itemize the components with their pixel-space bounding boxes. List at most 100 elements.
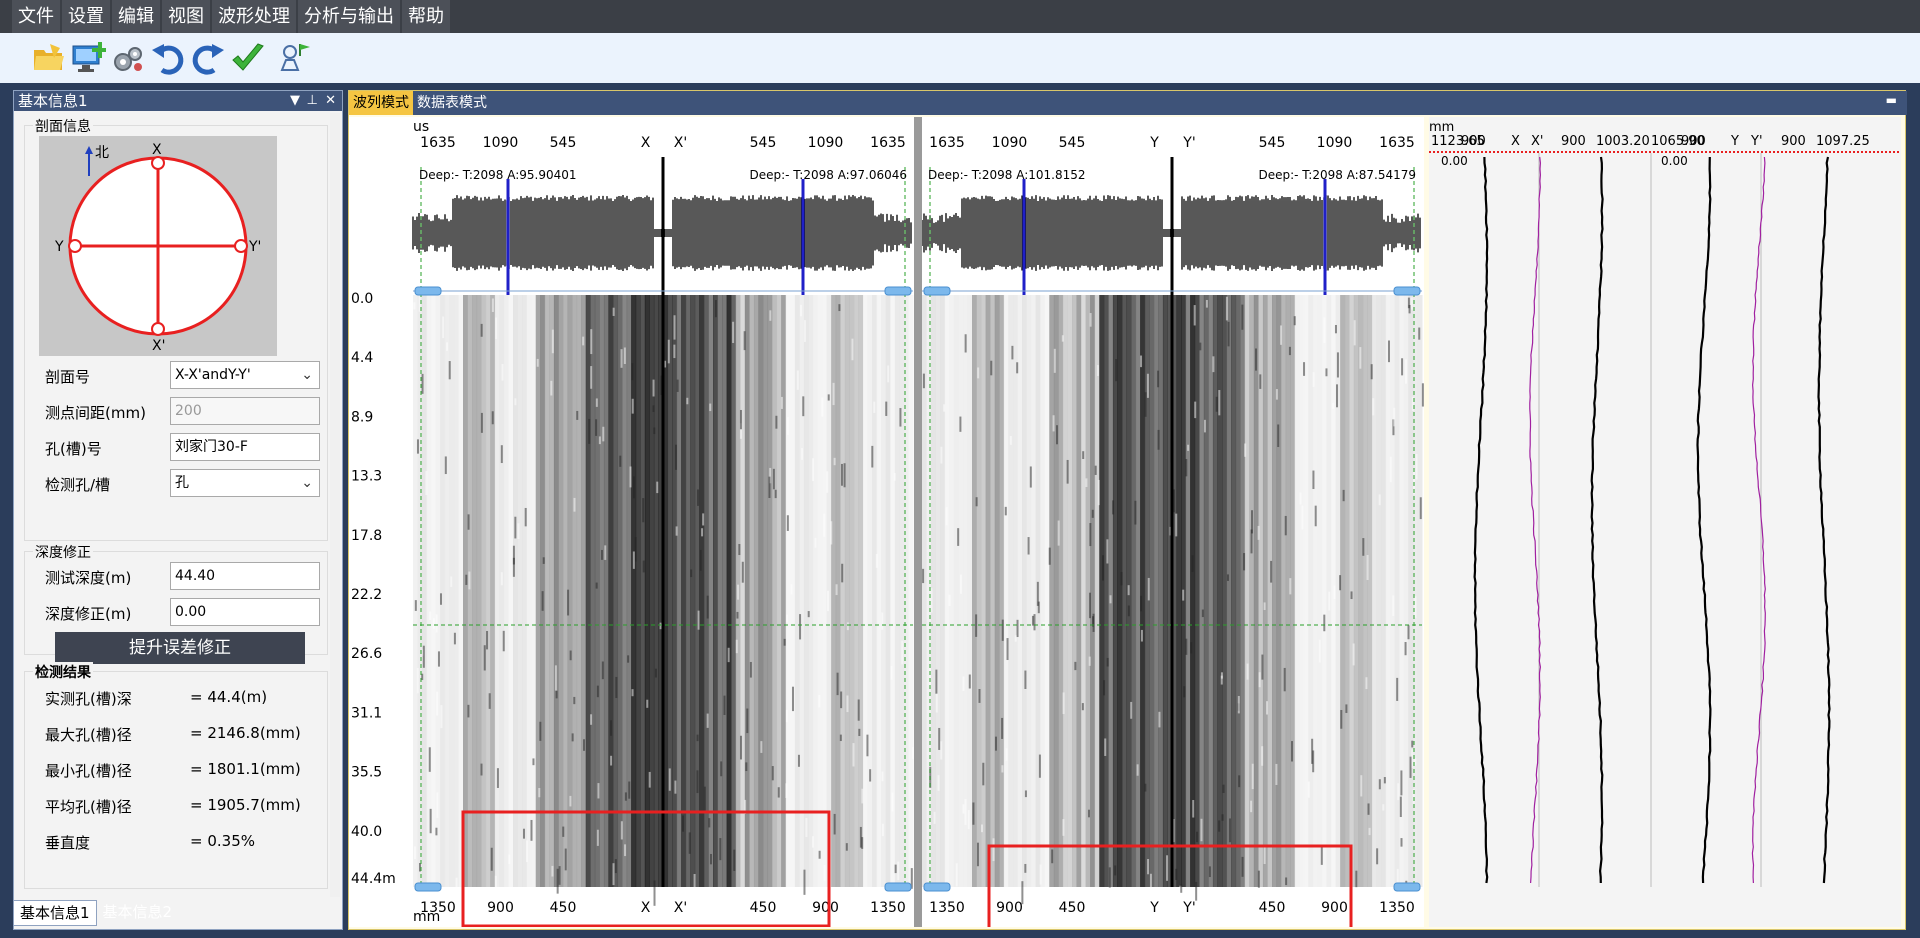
sonar-speckle — [590, 329, 593, 355]
sonar-speckle — [1203, 419, 1206, 433]
tab-basic-info-1[interactable]: 基本信息1 — [13, 900, 97, 926]
menu-item-1[interactable]: 设置 — [62, 0, 110, 33]
flag-person-icon[interactable] — [276, 38, 316, 78]
readout-left: Deep:- T:2098 A:95.90401 — [419, 168, 577, 182]
sonar-speckle — [893, 472, 896, 481]
sonar-speckle — [1147, 859, 1150, 875]
menu-item-4[interactable]: 波形处理 — [212, 0, 296, 33]
pin-icon[interactable]: ⊥ — [307, 91, 318, 111]
sonar-speckle — [1215, 396, 1218, 412]
field-input-1[interactable]: 200 — [170, 397, 320, 425]
sonar-column — [613, 295, 619, 887]
dropdown-arrow-icon[interactable]: ▼ — [290, 91, 300, 111]
bottom-axis-tick: 450 — [1059, 900, 1086, 916]
sonar-speckle — [1114, 865, 1117, 876]
field-input-2[interactable]: 刘家门30-F — [170, 433, 320, 461]
sonar-speckle — [413, 846, 416, 860]
sonar-speckle — [1323, 317, 1326, 344]
sonar-speckle — [990, 360, 993, 376]
tab-view-mode-0[interactable]: 波列模式 — [349, 91, 413, 115]
sonar-column — [1135, 295, 1141, 887]
sonar-speckle — [686, 397, 689, 405]
sonar-column — [517, 295, 523, 887]
sonar-column — [1262, 295, 1268, 887]
sonar-speckle — [821, 397, 824, 417]
sonar-column — [1076, 295, 1082, 887]
sonar-speckle — [501, 364, 504, 381]
chevron-down-icon[interactable]: ⌄ — [301, 470, 313, 496]
chart-header-tick: Y — [1730, 134, 1739, 149]
panel-title-bar: 基本信息1 ▼ ⊥ ✕ — [14, 91, 342, 111]
sonar-speckle — [799, 614, 802, 640]
menu-item-5[interactable]: 分析与输出 — [298, 0, 400, 33]
sonar-speckle — [1226, 574, 1229, 581]
tab-basic-info-2[interactable]: 基本信息2 — [97, 900, 179, 926]
sonar-speckle — [631, 398, 634, 414]
menu-item-3[interactable]: 视图 — [162, 0, 210, 33]
field-input-3[interactable]: 孔 ⌄ — [170, 469, 320, 497]
check-icon[interactable] — [228, 38, 268, 78]
depth-input-1[interactable]: 0.00 — [170, 598, 320, 626]
field-input-0[interactable]: X-X'andY-Y' ⌄ — [170, 361, 320, 389]
tab-menu-icon[interactable]: ▬ — [1886, 93, 1897, 107]
undo-icon[interactable] — [148, 38, 188, 78]
sonar-speckle — [851, 338, 854, 361]
sonar-speckle — [803, 869, 806, 895]
sonar-column — [1040, 295, 1046, 887]
sonar-speckle — [745, 762, 748, 772]
sonar-speckle — [1243, 553, 1246, 571]
bottom-axis-tick: X — [641, 900, 651, 916]
menu-item-6[interactable]: 帮助 — [402, 0, 450, 33]
sonar-speckle — [1311, 738, 1314, 764]
sonar-speckle — [1218, 820, 1221, 832]
sonar-column — [1003, 295, 1009, 887]
sonar-speckle — [1314, 505, 1317, 527]
sonar-speckle — [735, 639, 738, 654]
sonar-speckle — [455, 877, 458, 892]
sonar-column — [558, 295, 564, 887]
sonar-speckle — [627, 655, 630, 663]
sonar-speckle — [502, 630, 505, 652]
sonar-speckle — [962, 804, 965, 814]
sonar-speckle — [746, 708, 749, 734]
panel-scrollbar[interactable] — [330, 113, 340, 897]
panel-title: 基本信息1 — [18, 92, 88, 110]
sonar-column — [608, 295, 614, 887]
chevron-down-icon[interactable]: ⌄ — [301, 362, 313, 388]
result-value: = 0.35% — [190, 832, 255, 850]
sonar-speckle — [1301, 505, 1304, 530]
sonar-speckle — [610, 755, 613, 766]
sonar-speckle — [1340, 709, 1343, 729]
sonar-column — [1267, 295, 1273, 887]
depth-tick: 31.1 — [351, 705, 382, 721]
sonar-speckle — [790, 584, 793, 595]
waveform-view[interactable]: us mm 1635 1090 545 X X' 545 1090 1635 1350 900 450 X… — [349, 117, 1424, 938]
sonar-speckle — [1074, 661, 1077, 671]
diameter-profile-view[interactable]: mm 1123.65 900 X X' 900 1003.20 1065.90 900 Y Y' 90… — [1429, 117, 1901, 927]
sonar-speckle — [1255, 348, 1258, 371]
lift-error-correction-button[interactable]: 提升误差修正 — [55, 632, 305, 664]
gears-icon[interactable] — [108, 38, 148, 78]
sonar-speckle — [1225, 296, 1228, 321]
sonar-speckle — [573, 696, 576, 705]
close-icon[interactable]: ✕ — [325, 91, 336, 111]
sonar-speckle — [703, 786, 706, 811]
sonar-speckle — [1029, 466, 1032, 488]
redo-icon[interactable] — [188, 38, 228, 78]
sonar-speckle — [1261, 654, 1264, 680]
open-folder-icon[interactable] — [28, 38, 68, 78]
sonar-speckle — [667, 339, 670, 364]
sonar-speckle — [803, 320, 806, 342]
menu-item-2[interactable]: 编辑 — [112, 0, 160, 33]
sonar-speckle — [652, 379, 655, 397]
sonar-speckle — [1149, 873, 1152, 898]
sonar-speckle — [1312, 470, 1315, 490]
compass-top-label: X — [152, 142, 162, 158]
sonar-column — [867, 295, 873, 887]
depth-input-0[interactable]: 44.40 — [170, 562, 320, 590]
tab-view-mode-1[interactable]: 数据表模式 — [413, 91, 491, 115]
menu-item-0[interactable]: 文件 — [12, 0, 60, 33]
monitor-add-icon[interactable] — [68, 38, 108, 78]
depth-tick: 44.4m — [351, 871, 396, 887]
sonar-speckle — [620, 821, 623, 840]
